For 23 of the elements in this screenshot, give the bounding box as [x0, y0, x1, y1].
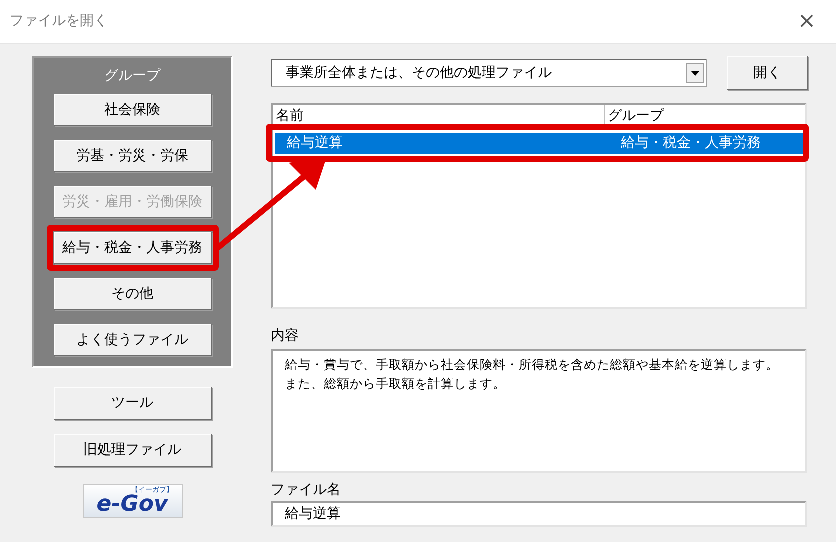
group-button[interactable]: よく使うファイル: [54, 324, 212, 356]
group-cell-text: 給与・税金・人事労務: [620, 134, 761, 153]
file-type-dropdown[interactable]: 事業所全体または、その他の処理ファイル: [271, 59, 707, 87]
logo-text: e-Gov: [96, 494, 168, 516]
file-row[interactable]: 給与逆算 給与・税金・人事労務: [275, 133, 803, 154]
group-button[interactable]: 給与・税金・人事労務: [54, 232, 212, 264]
description-label: 内容: [271, 327, 300, 345]
side-button[interactable]: 旧処理ファイル: [54, 434, 212, 467]
file-name-field[interactable]: 給与逆算: [271, 501, 807, 527]
group-button[interactable]: 社会保険: [54, 94, 212, 126]
column-header[interactable]: グループ: [605, 105, 805, 124]
group-button[interactable]: 労基・労災・労保: [54, 140, 212, 172]
file-name-label: ファイル名: [271, 481, 342, 499]
group-panel-title: グループ: [104, 67, 160, 86]
column-header[interactable]: 名前: [273, 105, 605, 124]
open-button[interactable]: 開く: [727, 56, 808, 90]
close-button[interactable]: ×: [792, 5, 822, 38]
group-button[interactable]: その他: [54, 278, 212, 310]
window-title: ファイルを開く: [10, 12, 108, 31]
file-name-cell-text: 給与逆算: [286, 134, 344, 153]
description-line: 給与・賞与で、手取額から社会保険料・所得税を含めた総額や基本給を逆算します。: [285, 356, 780, 374]
description-line: また、総額から手取額を計算します。: [285, 375, 507, 393]
side-button[interactable]: ツール: [54, 387, 212, 420]
